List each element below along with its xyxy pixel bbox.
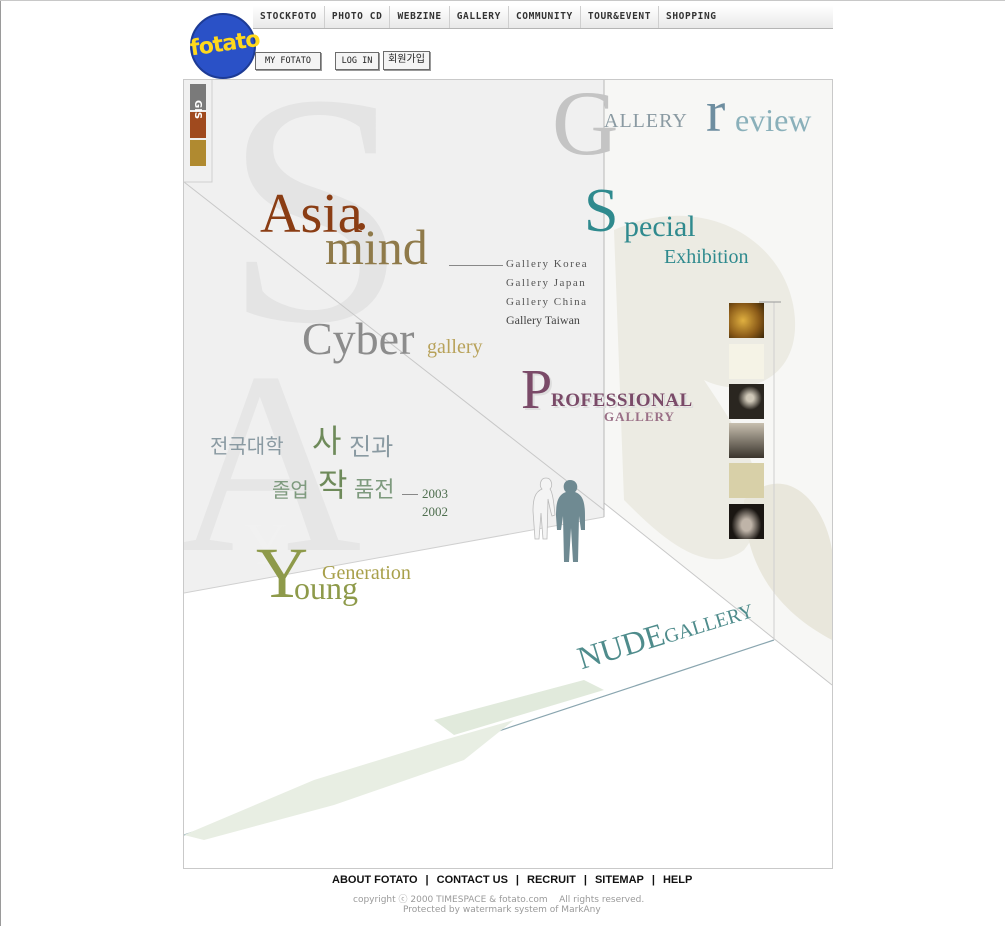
- copyright-text: copyright ⓒ 2000 TIMESPACE & fotato.com …: [353, 895, 645, 905]
- asia-connector-line: [449, 265, 503, 266]
- top-navigation: STOCKFOTO PHOTO CD WEBZINE GALLERY COMMU…: [253, 6, 833, 29]
- gallery-taiwan-link[interactable]: Gallery Taiwan: [506, 313, 580, 328]
- side-tab-label: GIS: [192, 100, 203, 120]
- thumbnail-2[interactable]: [729, 344, 764, 379]
- special-s: S: [584, 177, 619, 245]
- logo-text: fotato: [188, 27, 262, 62]
- side-tab[interactable]: [190, 84, 206, 166]
- footer-sep: |: [583, 874, 587, 886]
- professional-p: P: [521, 359, 553, 421]
- univ-line2-b: 작: [318, 466, 348, 504]
- professional-gallery-label: GALLERY: [604, 409, 675, 424]
- thumbnail-4[interactable]: [729, 423, 764, 458]
- footer-sep: |: [515, 874, 519, 886]
- gallery-japan-link[interactable]: Gallery Japan: [506, 277, 586, 289]
- nav-webzine[interactable]: WEBZINE: [390, 6, 450, 28]
- year-2002-link[interactable]: 2002: [422, 504, 448, 520]
- review-r: r: [706, 79, 726, 144]
- thumbnail-1[interactable]: [729, 303, 764, 338]
- mind-title: mind: [325, 219, 428, 275]
- review-eview: eview: [735, 102, 812, 138]
- footer-help[interactable]: HELP: [663, 874, 692, 886]
- nav-photo-cd[interactable]: PHOTO CD: [325, 6, 391, 28]
- nav-stockfoto[interactable]: STOCKFOTO: [253, 6, 325, 28]
- univ-line2-c: 품전: [354, 478, 395, 503]
- footer-sep: |: [425, 874, 429, 886]
- univ-line2-a: 졸업: [272, 478, 309, 502]
- special-rest: pecial: [624, 210, 696, 243]
- thumbnail-5[interactable]: [729, 463, 764, 498]
- side-tab-gold-block: [190, 140, 206, 166]
- univ-connector-line: [402, 494, 418, 495]
- watermark-text: Protected by watermark system of MarkAny: [403, 905, 601, 915]
- generation-label: Generation: [322, 562, 411, 584]
- fotato-logo[interactable]: fotato: [188, 13, 262, 79]
- nav-shopping[interactable]: SHOPPING: [659, 6, 724, 28]
- footer-recruit[interactable]: RECRUIT: [527, 874, 576, 886]
- join-button[interactable]: 회원가입: [383, 51, 430, 70]
- univ-line1-c: 진과: [349, 433, 394, 461]
- footer-contact[interactable]: CONTACT US: [437, 874, 508, 886]
- univ-line1-a: 전국대학: [210, 434, 284, 458]
- gallery-korea-link[interactable]: Gallery Korea: [506, 258, 588, 270]
- footer-sep: |: [651, 874, 655, 886]
- exhibition-label: Exhibition: [664, 246, 749, 268]
- thumbnail-3[interactable]: [729, 384, 764, 419]
- cyber-gallery-label: gallery: [427, 336, 483, 358]
- univ-line1-b: 사: [312, 422, 342, 460]
- footer-sitemap[interactable]: SITEMAP: [595, 874, 644, 886]
- gallery-main-panel: S A GIS G ALLERY r eview Asia mind Galle…: [183, 79, 833, 869]
- thumbnail-6[interactable]: [729, 504, 764, 539]
- year-2003-link[interactable]: 2003: [422, 486, 448, 502]
- my-fotato-button[interactable]: MY FOTATO: [255, 52, 321, 70]
- login-button[interactable]: LOG IN: [335, 52, 379, 70]
- cyber-title: Cyber: [302, 313, 415, 364]
- gallery-china-link[interactable]: Gallery China: [506, 296, 588, 308]
- window-top-border: [0, 0, 1005, 1]
- nav-gallery[interactable]: GALLERY: [450, 6, 509, 28]
- footer-about[interactable]: ABOUT FOTATO: [332, 874, 418, 886]
- review-allery: ALLERY: [604, 110, 688, 132]
- nav-tour-event[interactable]: TOUR&EVENT: [581, 6, 660, 28]
- window-left-border: [0, 0, 1, 926]
- nav-community[interactable]: COMMUNITY: [509, 6, 581, 28]
- footer-links: ABOUT FOTATO | CONTACT US | RECRUIT | SI…: [332, 874, 692, 886]
